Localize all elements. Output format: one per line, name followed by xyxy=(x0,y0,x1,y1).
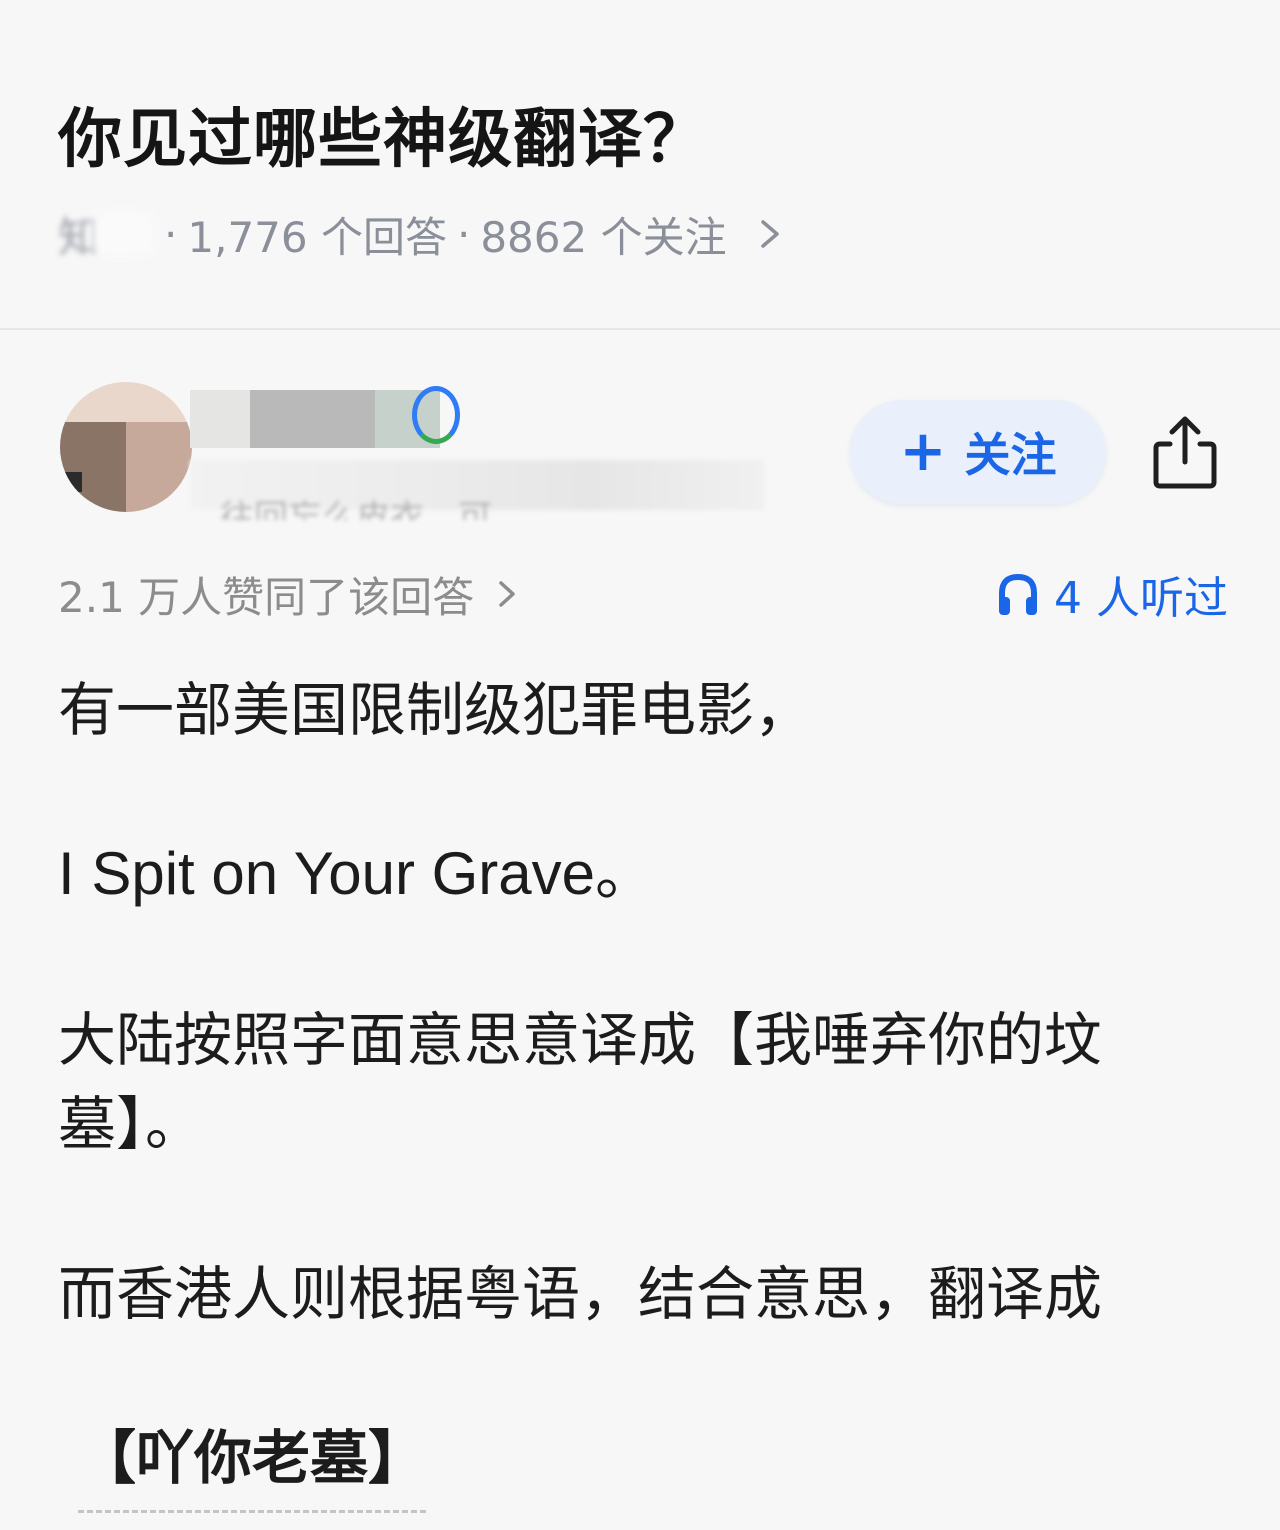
topic-redaction xyxy=(92,212,155,256)
verified-badge-icon xyxy=(412,386,460,444)
follow-button[interactable]: + 关注 xyxy=(850,400,1106,504)
question-header: 你见过哪些神级翻译？ 知 · 1,776 个回答 · 8862 个关注 xyxy=(0,0,1280,328)
plus-icon: + xyxy=(899,419,947,484)
avatar[interactable] xyxy=(60,382,192,512)
listen-count-text: 4 人听过 xyxy=(1054,573,1228,624)
answer-paragraph: 有一部美国限制级犯罪电影， xyxy=(58,676,813,744)
header-divider xyxy=(0,328,1280,330)
question-title[interactable]: 你见过哪些神级翻译？ xyxy=(58,88,708,180)
answer-stats-row: 2.1 万人赞同了该回答 4 人听过 xyxy=(58,566,1228,625)
listen-count[interactable]: 4 人听过 xyxy=(996,566,1228,624)
answer-paragraph: I Spit on Your Grave。 xyxy=(58,840,656,907)
chevron-right-icon[interactable] xyxy=(753,214,789,254)
share-icon[interactable] xyxy=(1150,414,1220,490)
question-meta[interactable]: 知 · 1,776 个回答 · 8862 个关注 xyxy=(58,206,789,262)
highlighted-translation[interactable]: 【吖你老墓】 xyxy=(78,1416,427,1513)
chevron-right-icon xyxy=(499,581,515,607)
followers-count: 8862 个关注 xyxy=(480,212,727,262)
upvote-summary[interactable]: 2.1 万人赞同了该回答 xyxy=(58,566,522,622)
meta-separator: · xyxy=(456,209,471,259)
answers-count: 1,776 个回答 xyxy=(187,212,447,262)
upvote-count-text: 2.1 万人赞同了该回答 xyxy=(58,572,475,622)
answer-paragraph: 而香港人则根据粤语，结合意思，翻译成 xyxy=(58,1260,1103,1328)
answer-paragraph: 大陆按照字面意思意译成【我唾弃你的坟墓】。 xyxy=(58,1006,1103,1158)
author-bio: 往回忘么皮衣，可 ... xyxy=(220,498,536,520)
headphone-icon xyxy=(999,573,1038,615)
author-name-redacted[interactable] xyxy=(190,390,440,448)
follow-button-label: 关注 xyxy=(964,428,1057,482)
meta-separator: · xyxy=(164,209,178,259)
